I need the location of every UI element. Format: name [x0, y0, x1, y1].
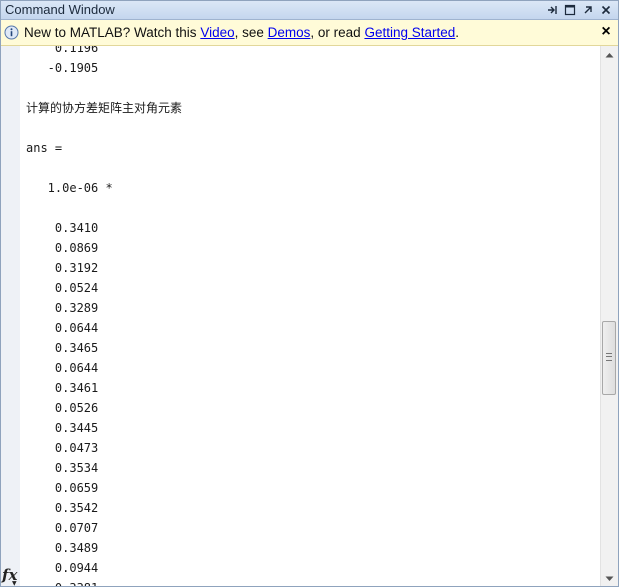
output-line: 0.3381 [26, 578, 182, 586]
info-text-suffix: . [455, 25, 460, 40]
output-line: 0.3410 [26, 221, 99, 235]
output-line: -0.1905 [26, 61, 99, 75]
command-output: 0.1196 -0.1905 计算的协方差矩阵主对角元素 ans = 1.0e-06… [26, 46, 183, 586]
demos-link[interactable]: Demos [268, 25, 311, 40]
vertical-scrollbar[interactable] [600, 46, 618, 586]
scrollbar-thumb[interactable] [602, 321, 616, 395]
undock-icon[interactable] [546, 2, 558, 17]
output-line: 0.0524 [26, 281, 99, 295]
output-line: 0.3542 [26, 501, 99, 515]
fx-caret-icon: ▼ [12, 580, 17, 587]
getting-started-link[interactable]: Getting Started [364, 25, 455, 40]
close-icon[interactable] [600, 2, 612, 17]
prompt-gutter [1, 46, 20, 586]
scrollbar-grip [606, 353, 612, 361]
output-line: ans = [26, 141, 63, 155]
video-link[interactable]: Video [200, 25, 234, 40]
output-line: 0.3461 [26, 381, 99, 395]
chevron-down-icon[interactable] [601, 570, 618, 586]
output-line: 0.0644 [26, 321, 99, 335]
output-line: 0.3489 [26, 541, 99, 555]
maximize-icon[interactable] [564, 2, 576, 17]
info-message: New to MATLAB? Watch this Video, see Dem… [24, 25, 459, 40]
output-line: 1.0e-06 * [26, 181, 113, 195]
command-window: Command Window New to MATLAB? Watch this… [0, 0, 619, 587]
command-output-area[interactable]: 0.1196 -0.1905 计算的协方差矩阵主对角元素 ans = 1.0e-06… [1, 46, 601, 587]
window-title: Command Window [5, 2, 115, 17]
output-line: 0.0659 [26, 481, 99, 495]
restore-icon[interactable] [582, 2, 594, 17]
chevron-up-icon[interactable] [601, 46, 618, 63]
info-text-prefix: New to MATLAB? Watch this [24, 25, 201, 40]
output-line: 0.0473 [26, 441, 99, 455]
output-line: 0.0644 [26, 361, 99, 375]
output-line: 计算的协方差矩阵主对角元素 [26, 101, 183, 115]
output-line: 0.0944 [26, 561, 99, 575]
output-line: 0.3289 [26, 301, 99, 315]
info-icon [4, 25, 19, 40]
function-browser-button[interactable]: fx ▼ [2, 566, 17, 587]
close-infobar-button[interactable]: × [599, 24, 613, 40]
output-line: 0.3445 [26, 421, 99, 435]
window-controls [546, 2, 612, 17]
output-line: 0.3465 [26, 341, 99, 355]
title-bar: Command Window [1, 1, 618, 20]
info-text-sep2: , or read [310, 25, 365, 40]
output-line: 0.0869 [26, 241, 99, 255]
info-bar: New to MATLAB? Watch this Video, see Dem… [1, 20, 618, 46]
output-line: 0.0707 [26, 521, 99, 535]
output-line: 0.1196 [26, 46, 99, 55]
info-text-sep1: , see [234, 25, 268, 40]
output-line: 0.3534 [26, 461, 99, 475]
output-line: 0.3192 [26, 261, 99, 275]
output-line: 0.0526 [26, 401, 99, 415]
